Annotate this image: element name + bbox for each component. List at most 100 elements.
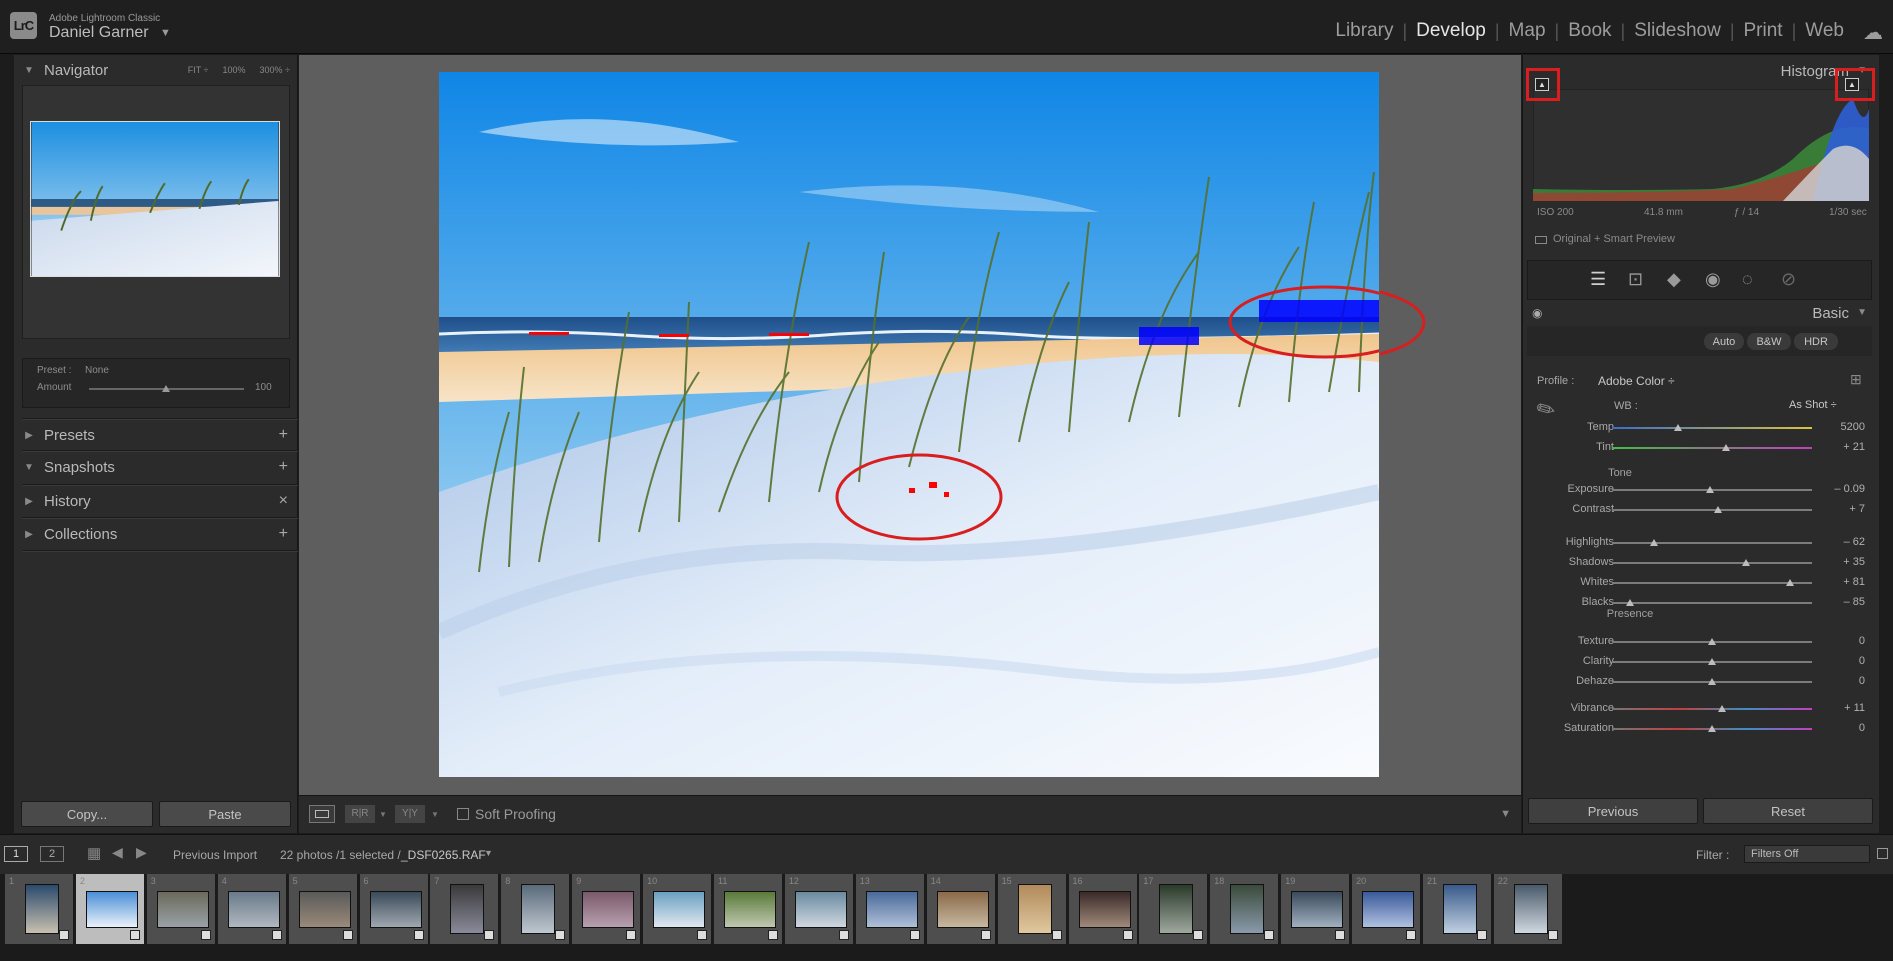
histogram-graph[interactable] (1533, 89, 1869, 201)
loupe-view-icon[interactable] (309, 805, 335, 823)
identity-plate-user[interactable]: Daniel Garner (49, 24, 149, 42)
auto-button[interactable]: Auto (1704, 333, 1744, 350)
whites-slider-knob[interactable] (1786, 579, 1794, 586)
saturation-value[interactable]: 0 (1805, 722, 1865, 734)
bw-button[interactable]: B&W (1747, 333, 1791, 350)
healing-eraser-icon[interactable]: ◆ (1667, 269, 1681, 290)
exposure-value[interactable]: – 0.09 (1805, 483, 1865, 495)
filmstrip-thumbnail[interactable]: 19 (1281, 874, 1351, 944)
blacks-value[interactable]: – 85 (1805, 596, 1865, 608)
contrast-slider[interactable] (1612, 509, 1812, 511)
red-eye-icon[interactable]: ◉ (1705, 269, 1721, 290)
filmstrip-thumbnail[interactable]: 15 (997, 874, 1067, 944)
chevron-down-icon[interactable]: ▼ (484, 848, 493, 858)
back-arrow-icon[interactable]: ◀ (112, 844, 123, 861)
primary-display-button[interactable]: 1 (4, 846, 28, 862)
highlights-value[interactable]: – 62 (1805, 536, 1865, 548)
highlight-clipping-toggle-icon[interactable]: ▲ (1845, 78, 1859, 91)
chevron-down-icon[interactable]: ▼ (379, 810, 387, 819)
paste-button[interactable]: Paste (159, 801, 291, 827)
profile-browser-grid-icon[interactable]: ⊞ (1850, 371, 1862, 388)
cloud-icon[interactable]: ☁ (1863, 20, 1883, 45)
grid-view-icon[interactable]: ▦ (87, 844, 101, 862)
filmstrip-thumbnail[interactable]: 9 (572, 874, 642, 944)
add-snapshot-icon[interactable]: + (279, 458, 288, 476)
filmstrip-thumbnail[interactable]: 12 (784, 874, 854, 944)
filmstrip-thumbnail[interactable]: 4 (217, 874, 287, 944)
toolbar-menu-triangle-icon[interactable]: ▼ (1500, 808, 1511, 820)
whites-slider[interactable] (1612, 582, 1812, 584)
snapshots-header[interactable]: ▼ Snapshots + (14, 452, 298, 482)
filmstrip-thumbnail[interactable]: 8 (501, 874, 571, 944)
vibrance-value[interactable]: + 11 (1805, 702, 1865, 714)
highlights-slider-knob[interactable] (1650, 539, 1658, 546)
current-filename[interactable]: _DSF0265.RAF (401, 848, 486, 862)
filmstrip-thumbnail[interactable]: 11 (714, 874, 783, 944)
blacks-slider-knob[interactable] (1626, 599, 1634, 606)
tint-value[interactable]: + 21 (1805, 441, 1865, 453)
main-photo[interactable] (439, 72, 1379, 777)
dehaze-value[interactable]: 0 (1805, 675, 1865, 687)
filmstrip-thumbnail[interactable]: 18 (1210, 874, 1280, 944)
filmstrip-thumbnail[interactable]: 14 (926, 874, 996, 944)
soft-proofing-checkbox[interactable] (457, 808, 469, 820)
filmstrip-thumbnail[interactable]: 10 (643, 874, 713, 944)
contrast-slider-knob[interactable] (1714, 506, 1722, 513)
crop-icon[interactable]: ⊡ (1628, 269, 1643, 290)
shadows-value[interactable]: + 35 (1805, 556, 1865, 568)
forward-arrow-icon[interactable]: ▶ (136, 844, 147, 861)
filmstrip-thumbnail[interactable]: 3 (146, 874, 216, 944)
temp-slider-knob[interactable] (1674, 424, 1682, 431)
chevron-down-icon[interactable]: ▼ (431, 810, 439, 819)
highlights-slider[interactable] (1612, 542, 1812, 544)
blacks-slider[interactable] (1612, 602, 1812, 604)
filmstrip-thumbnail[interactable]: 1 (5, 874, 74, 944)
filmstrip-thumbnail[interactable]: 5 (288, 874, 358, 944)
vibrance-slider-knob[interactable] (1718, 705, 1726, 712)
filter-select[interactable]: Filters Off (1744, 845, 1870, 863)
module-print[interactable]: Print (1735, 20, 1792, 42)
add-collection-icon[interactable]: + (279, 525, 288, 543)
smart-preview-icon[interactable] (1535, 236, 1547, 244)
presets-remove-icon[interactable]: ⊘ (1781, 269, 1796, 290)
history-header[interactable]: ▶ History × (14, 486, 298, 516)
filmstrip-thumbnail[interactable]: 20 (1352, 874, 1422, 944)
profile-select[interactable]: Adobe Color ÷ (1598, 374, 1675, 388)
module-slideshow[interactable]: Slideshow (1625, 20, 1730, 42)
masking-icon[interactable]: ◌ (1742, 269, 1753, 290)
filmstrip-thumbnail[interactable]: 2 (75, 874, 145, 944)
exposure-slider-knob[interactable] (1706, 486, 1714, 493)
vibrance-slider[interactable] (1612, 708, 1812, 710)
collapse-triangle-icon[interactable]: ▼ (1857, 307, 1867, 318)
wb-select[interactable]: As Shot ÷ (1789, 399, 1837, 411)
filmstrip-thumbnail[interactable]: 22 (1493, 874, 1563, 944)
whites-value[interactable]: + 81 (1805, 576, 1865, 588)
tint-slider-knob[interactable] (1722, 444, 1730, 451)
before-after-icon[interactable]: R|R (345, 805, 375, 823)
module-web[interactable]: Web (1796, 20, 1853, 42)
source-label[interactable]: Previous Import (173, 848, 257, 862)
filmstrip-thumbnail[interactable]: 13 (855, 874, 925, 944)
add-preset-icon[interactable]: + (279, 426, 288, 444)
temp-value[interactable]: 5200 (1805, 421, 1865, 433)
zoom-fit[interactable]: FIT ÷ (188, 65, 209, 75)
hdr-button[interactable]: HDR (1794, 333, 1838, 350)
module-library[interactable]: Library (1326, 20, 1402, 42)
edit-sliders-icon[interactable]: ☰ (1590, 269, 1606, 290)
chevron-down-icon[interactable]: ▼ (160, 27, 171, 39)
filmstrip-thumbnail[interactable]: 17 (1139, 874, 1209, 944)
navigator-header[interactable]: ▼ Navigator FIT ÷ 100% 300% ÷ (14, 55, 298, 85)
reset-button[interactable]: Reset (1703, 798, 1873, 824)
clear-history-icon[interactable]: × (279, 492, 288, 510)
tint-slider[interactable] (1612, 447, 1812, 449)
module-book[interactable]: Book (1559, 20, 1620, 42)
secondary-display-button[interactable]: 2 (40, 846, 64, 862)
clarity-slider-knob[interactable] (1708, 658, 1716, 665)
filmstrip-thumbnail[interactable]: 16 (1068, 874, 1138, 944)
temp-slider[interactable] (1612, 427, 1812, 429)
filmstrip-thumbnail[interactable]: 6 (359, 874, 429, 944)
contrast-value[interactable]: + 7 (1805, 503, 1865, 515)
filmstrip-thumbnail[interactable]: 21 (1423, 874, 1492, 944)
filmstrip-thumbnail[interactable]: 7 (430, 874, 500, 944)
preset-value[interactable]: None (85, 365, 109, 376)
